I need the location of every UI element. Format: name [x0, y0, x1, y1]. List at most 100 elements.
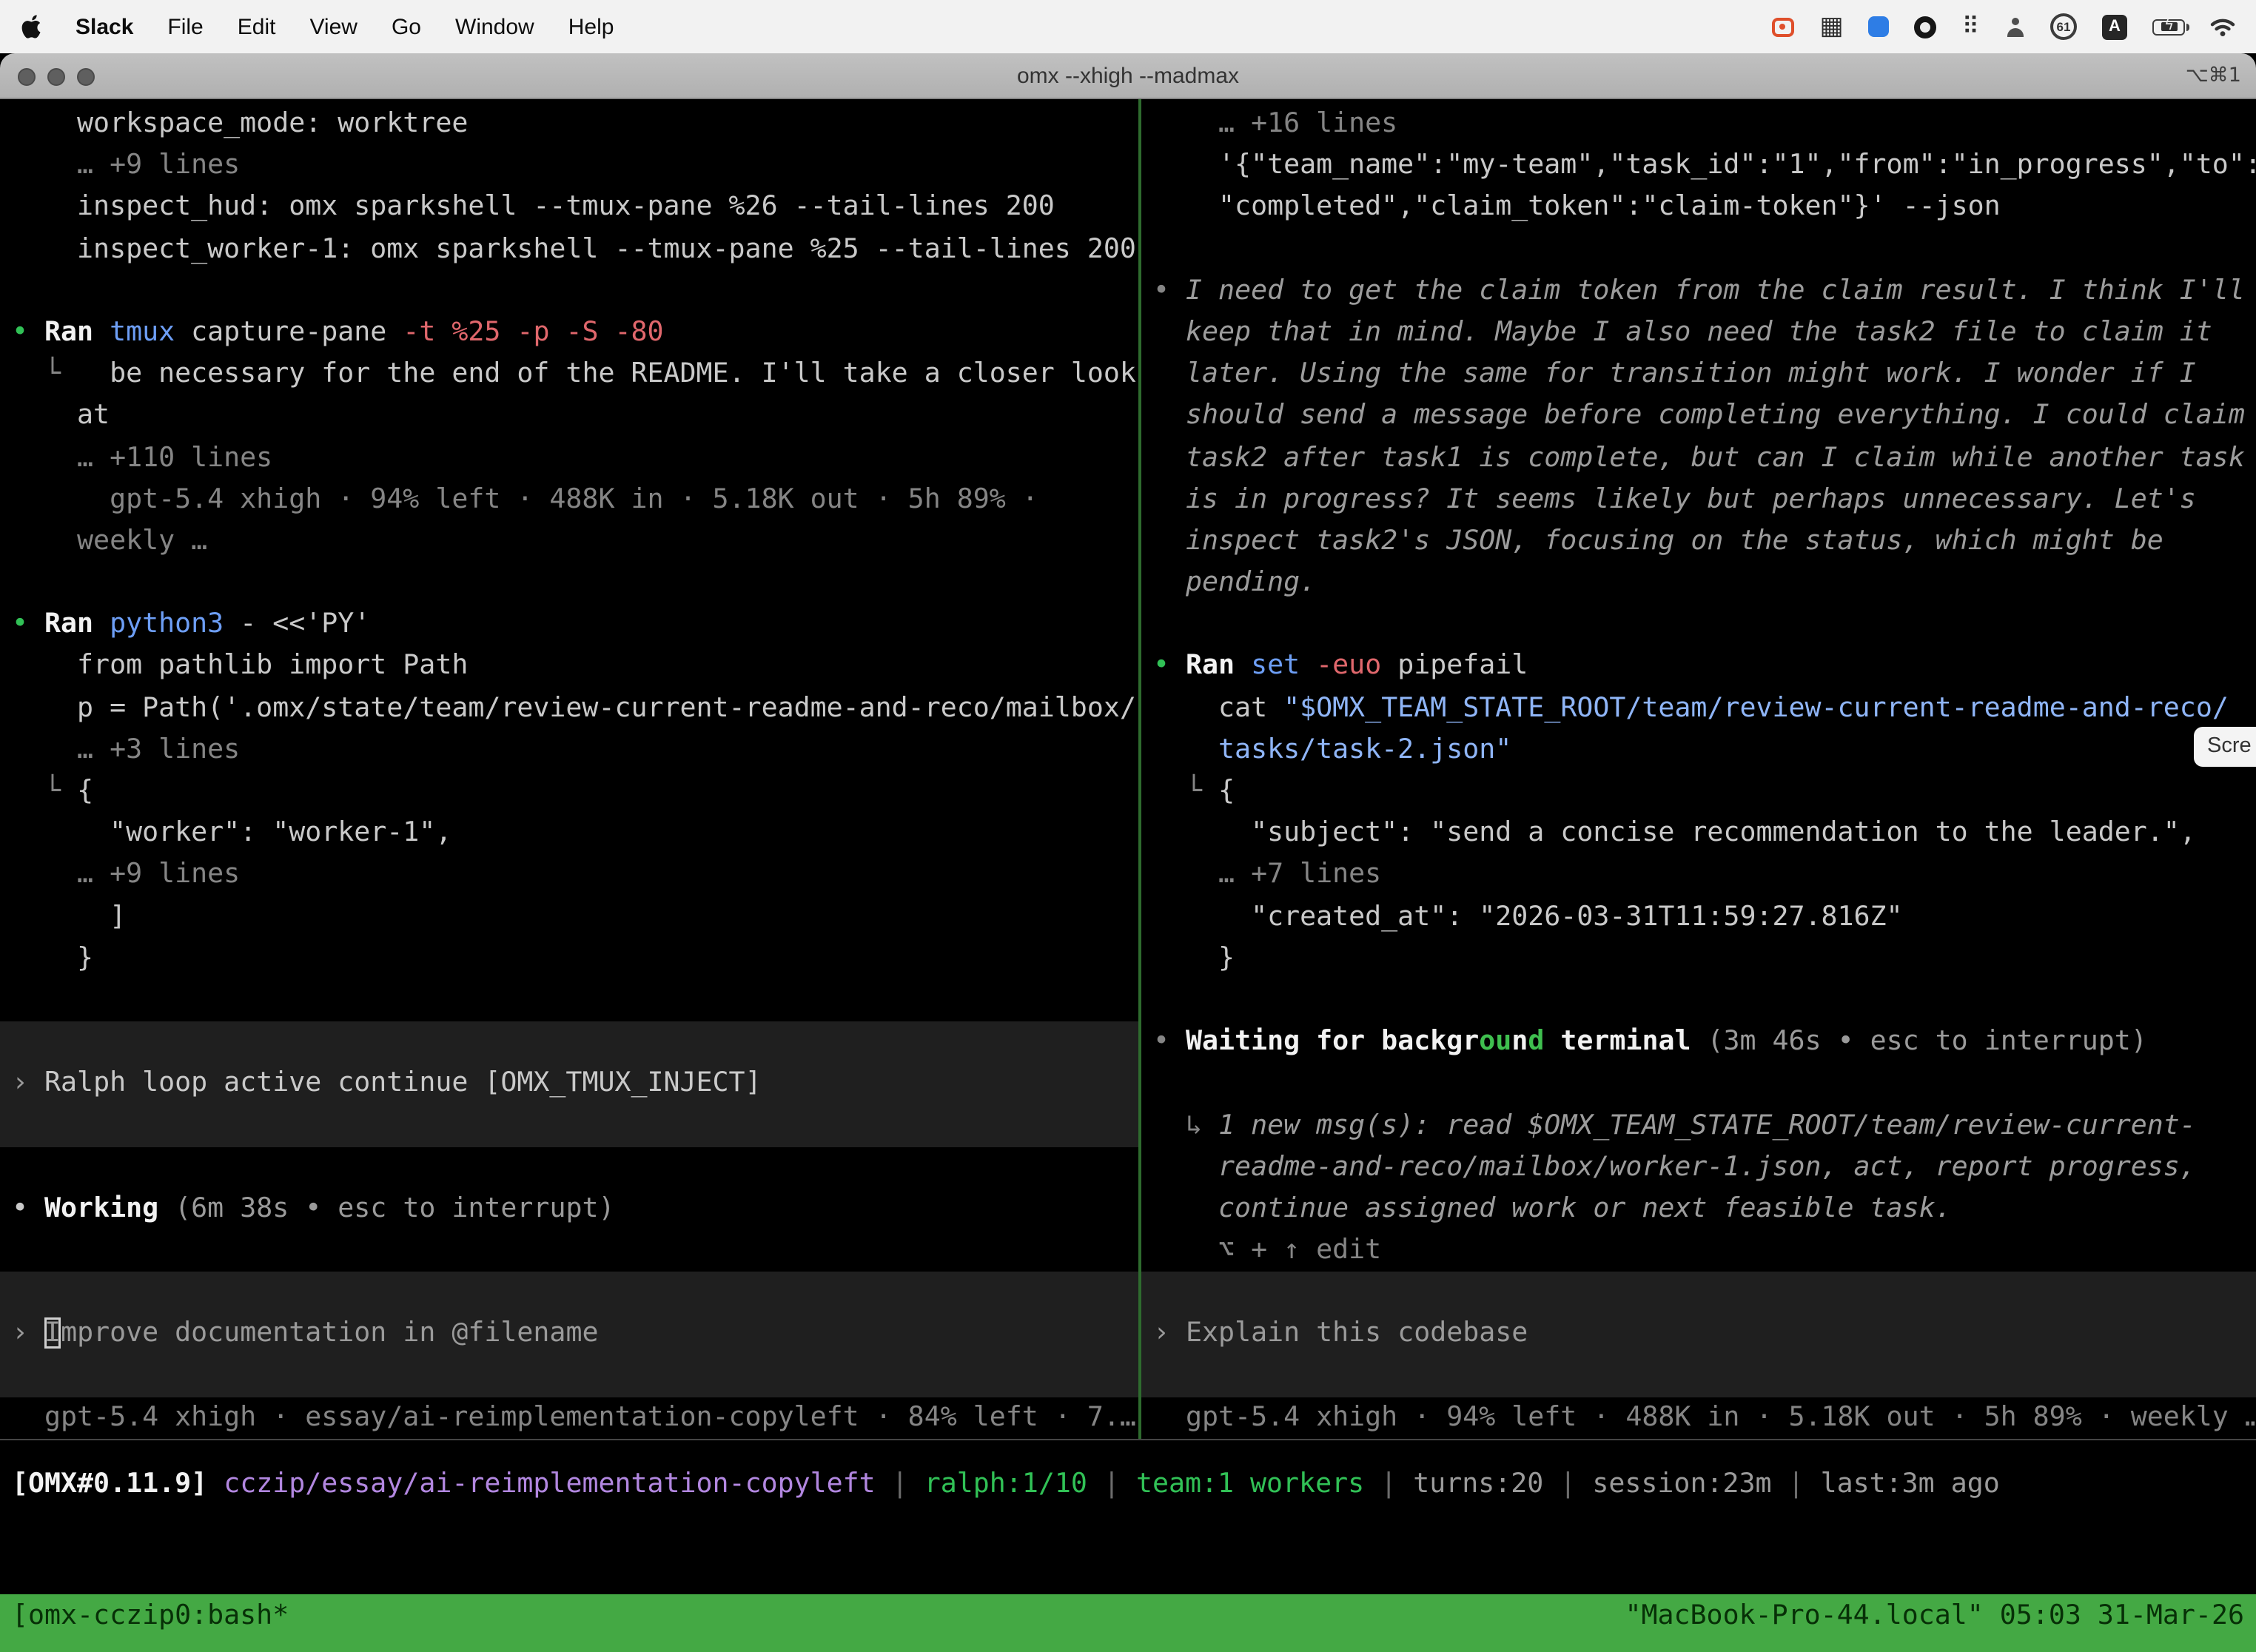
terminal-line [0, 1230, 1138, 1272]
text-segment: at [12, 400, 110, 432]
window-shortcut: ⌥⌘1 [2186, 53, 2241, 98]
text-segment: d [1528, 1026, 1544, 1057]
text-segment: • [1153, 651, 1186, 682]
terminal-line: task2 after task1 is complete, but can I… [1141, 437, 2256, 479]
menu-item-help[interactable]: Help [568, 14, 614, 39]
text-segment: task2 after task1 is complete, but can I… [1153, 442, 2245, 473]
battery-percent-icon[interactable]: 61 [2050, 13, 2077, 40]
text-segment: "completed","claim_token":"claim-token"}… [1153, 192, 2001, 223]
terminal-line [0, 271, 1138, 312]
pane-left[interactable]: workspace_mode: worktree … +9 lines insp… [0, 104, 1138, 1440]
terminal-line [0, 1272, 1138, 1314]
terminal-line: should send a message before completing … [1141, 396, 2256, 437]
menu-item-edit[interactable]: Edit [238, 14, 276, 39]
blue-app-icon[interactable] [1869, 16, 1890, 37]
terminal-line: … +3 lines [0, 730, 1138, 771]
window-title: omx --xhigh --madmax [1017, 63, 1239, 88]
terminal-line: › Improve documentation in @filename [0, 1314, 1138, 1355]
text-segment: should send a message before completing … [1153, 400, 2245, 432]
terminal-line: • Ran set -euo pipefail [1141, 646, 2256, 688]
menu-item-view[interactable]: View [309, 14, 357, 39]
terminal-line: gpt-5.4 xhigh · 94% left · 488K in · 5.1… [0, 479, 1138, 520]
zoom-button[interactable] [77, 68, 95, 86]
record-disc-icon[interactable] [1915, 16, 1937, 38]
text-segment: "$OMX_TEAM_STATE_ROOT/team/review-curren… [1283, 692, 2229, 723]
text-segment: last:3m ago [1821, 1468, 2000, 1500]
wifi-icon[interactable] [2210, 17, 2235, 36]
terminal-line: keep that in mind. Maybe I also need the… [1141, 312, 2256, 354]
terminal-line [1141, 1272, 2256, 1314]
text-segment: … +16 lines [1153, 108, 1397, 139]
battery-icon[interactable]: ϟ [2152, 19, 2185, 35]
menu-app-name[interactable]: Slack [75, 14, 133, 39]
terminal-line: p = Path('.omx/state/team/review-current… [0, 688, 1138, 729]
menu-item-file[interactable]: File [167, 14, 203, 39]
screen: Slack File Edit View Go Window Help ▦ ⠿ … [0, 0, 2256, 1652]
minimize-button[interactable] [47, 68, 65, 86]
terminal-line: pending. [1141, 563, 2256, 604]
input-source-icon[interactable]: A [2102, 14, 2127, 39]
terminal-line: "worker": "worker-1", [0, 813, 1138, 854]
text-segment: readme-and-reco/mailbox/worker-1.json, a… [1153, 1151, 2196, 1182]
terminal-line: … +9 lines [0, 855, 1138, 896]
text-segment: ou [1479, 1026, 1511, 1057]
terminal-line: "created_at": "2026-03-31T11:59:27.816Z" [1141, 896, 2256, 938]
text-segment: • [12, 609, 44, 640]
text-segment: "subject": "send a concise recommendatio… [1153, 817, 2196, 848]
text-segment: tasks/task-2.json" [1153, 734, 1511, 765]
terminal-window: omx --xhigh --madmax ⌥⌘1 workspace_mode:… [0, 53, 2256, 1652]
terminal-line: • I need to get the claim token from the… [1141, 271, 2256, 312]
text-segment: ] [12, 901, 126, 932]
text-segment: session:23m [1592, 1468, 1771, 1500]
text-segment: … +7 lines [1153, 859, 1381, 890]
terminal-line: … +110 lines [0, 437, 1138, 479]
text-segment: -t %25 -p -S -80 [403, 317, 663, 348]
terminal-line [1141, 1355, 2256, 1397]
terminal-line: } [0, 939, 1138, 980]
text-segment: continue assigned work or next feasible … [1153, 1193, 1952, 1224]
terminal-line: is in progress? It seems likely but perh… [1141, 479, 2256, 520]
text-segment: Explain this codebase [1186, 1318, 1528, 1349]
text-segment: └ [1153, 776, 1218, 807]
text-segment: be necessary for the end of the README. … [77, 358, 1136, 389]
text-segment: Ran [44, 609, 110, 640]
text-segment: } [12, 943, 93, 974]
text-segment: Waiting for backgr [1186, 1026, 1479, 1057]
screen-record-icon[interactable] [1772, 17, 1794, 36]
grid-icon[interactable]: ▦ [1819, 14, 1843, 39]
apple-menu-icon[interactable] [21, 14, 41, 39]
terminal-content: workspace_mode: worktree … +9 lines insp… [0, 99, 2256, 1652]
terminal-line: gpt-5.4 xhigh · 94% left · 488K in · 5.1… [1141, 1397, 2256, 1439]
close-button[interactable] [18, 68, 36, 86]
text-segment: I need to get the claim token from the c… [1186, 275, 2245, 306]
text-segment: • [1153, 1026, 1186, 1057]
text-segment: • [12, 317, 44, 348]
terminal-line: └ { [0, 771, 1138, 813]
text-segment: | [876, 1468, 924, 1500]
terminal-line: › Ralph loop active continue [OMX_TMUX_I… [0, 1064, 1138, 1105]
text-segment: terminal [1544, 1026, 1707, 1057]
terminal-line: ⌥ + ↑ edit [1141, 1230, 2256, 1272]
menu-item-go[interactable]: Go [392, 14, 421, 39]
terminal-line: … +16 lines [1141, 104, 2256, 145]
menu-item-window[interactable]: Window [455, 14, 534, 39]
text-segment: cat [1153, 692, 1283, 723]
user-icon[interactable] [2004, 17, 2025, 36]
pane-right[interactable]: … +16 lines '{"team_name":"my-team","tas… [1141, 104, 2256, 1440]
title-bar[interactable]: omx --xhigh --madmax ⌥⌘1 [0, 53, 2256, 99]
terminal-line [1141, 229, 2256, 270]
terminal-line: • Working (6m 38s • esc to interrupt) [0, 1189, 1138, 1230]
dots-grid-icon[interactable]: ⠿ [1962, 15, 1979, 38]
terminal-line [0, 1105, 1138, 1146]
text-segment: mprove documentation in @filename [61, 1318, 598, 1349]
terminal-line: • Ran python3 - <<'PY' [0, 605, 1138, 646]
text-segment: '{"team_name":"my-team","task_id":"1","f… [1153, 150, 2256, 181]
text-segment: (3m 46s • esc to interrupt) [1708, 1026, 2147, 1057]
text-segment: inspect_worker-1: omx sparkshell --tmux-… [12, 233, 1136, 264]
text-segment: python3 [110, 609, 240, 640]
text-segment: later. Using the same for transition mig… [1153, 358, 2196, 389]
text-segment: workspace_mode: worktree [12, 108, 468, 139]
terminal-line: } [1141, 939, 2256, 980]
pane-bottom-separator [0, 1439, 2256, 1440]
text-segment: inspect_hud: omx sparkshell --tmux-pane … [12, 192, 1055, 223]
